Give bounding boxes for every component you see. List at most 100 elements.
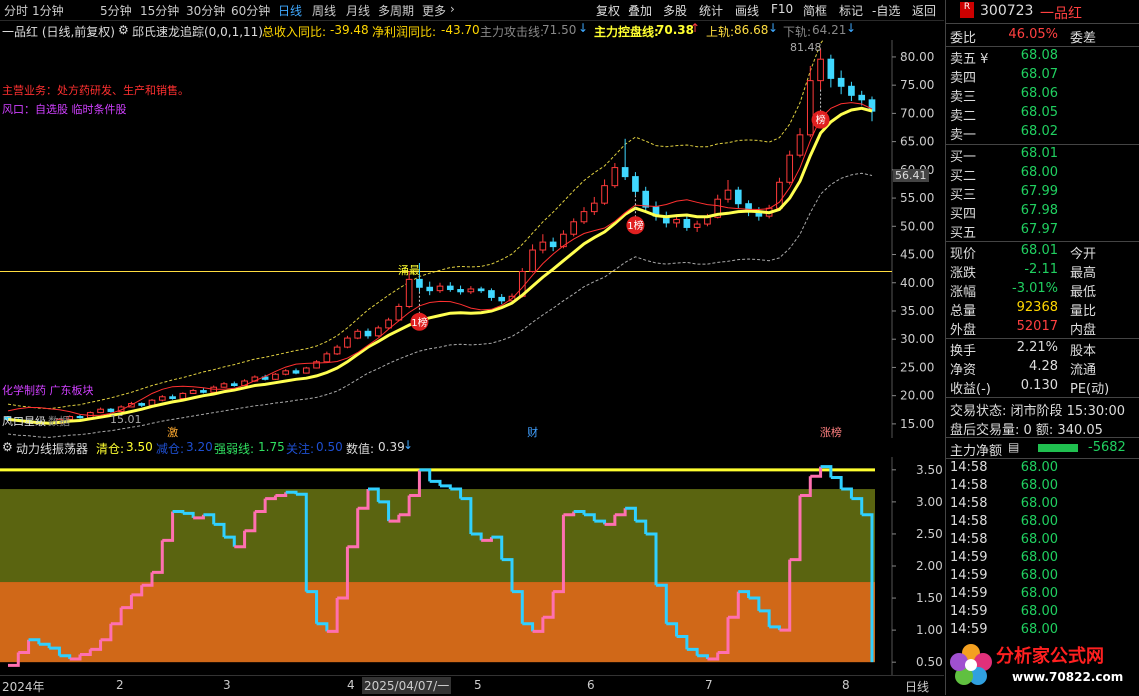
stock-title: 一品红 (日线,前复权)	[2, 25, 115, 39]
tick-row: 14:59 68.00	[950, 550, 1136, 569]
candle-body	[138, 403, 146, 406]
stat-value: 92368	[1016, 300, 1058, 315]
low-price-label: 15.01	[110, 413, 142, 426]
stat-label: 总量	[950, 304, 977, 319]
overlay-button[interactable]: 叠加	[628, 2, 652, 19]
ask-row[interactable]: 卖三 68.06	[950, 86, 1136, 105]
oscillator-svg[interactable]: 3.50 3.00 2.50 2.00 1.50 1.00 0.50	[0, 457, 944, 675]
stock-name: 一品红	[1040, 6, 1082, 22]
period-tab-5min[interactable]: 5分钟	[100, 2, 132, 19]
draw-line-button[interactable]: 画线	[735, 2, 759, 19]
watermark-logo: 分析家公式网 www.70822.com	[946, 636, 1139, 695]
period-tab-1min[interactable]: 1分钟	[32, 2, 64, 19]
simple-frame-button[interactable]: 简框	[803, 2, 827, 19]
stat-label: 现价	[950, 247, 977, 262]
bid-row[interactable]: 买三 67.99	[950, 184, 1136, 203]
candle-body	[632, 176, 639, 192]
oscillator-chart[interactable]: 3.50 3.00 2.50 2.00 1.50 1.00 0.50	[0, 457, 944, 675]
divider	[946, 437, 1139, 438]
fuquan-button[interactable]: 复权	[596, 2, 620, 19]
stat-value: 0.130	[1020, 378, 1058, 393]
oscillator-title[interactable]: 动力线振荡器	[16, 440, 88, 457]
ask-row[interactable]: 卖二 68.05	[950, 105, 1136, 124]
tick-price: 68.00	[1020, 568, 1058, 583]
period-tab-15min[interactable]: 15分钟	[140, 2, 179, 19]
stat-row: 现价 68.01 今开	[950, 243, 1136, 262]
stat-row: 涨幅 -3.01% 最低	[950, 281, 1136, 300]
stock-code: 300723	[980, 3, 1034, 19]
toolbar: 分时 1分钟 5分钟 15分钟 30分钟 60分钟 日线 周线 月线 多周期 更…	[0, 0, 944, 21]
tick-price: 68.00	[1020, 622, 1058, 637]
candle-body	[539, 241, 547, 251]
ask-row[interactable]: 卖四 68.07	[950, 67, 1136, 86]
candle-body	[477, 288, 485, 292]
mark-button[interactable]: 标记	[839, 2, 863, 19]
stat-extra: PE(动)	[1070, 382, 1110, 397]
period-tab-daily[interactable]: 日线	[278, 2, 302, 19]
candle-body	[302, 367, 310, 374]
price-tick-label: 15.00	[900, 417, 934, 431]
ask-row[interactable]: 卖一 68.02	[950, 124, 1136, 143]
period-tab-more[interactable]: 更多	[422, 2, 446, 19]
watchlist-remove-button[interactable]: -自选	[872, 2, 900, 19]
flower-logo-icon	[950, 644, 992, 685]
candle-body	[806, 80, 814, 136]
multi-stock-button[interactable]: 多股	[663, 2, 687, 19]
bid-row[interactable]: 买四 67.98	[950, 203, 1136, 222]
candle-body	[457, 289, 464, 293]
watermark-text: 分析家公式网	[996, 646, 1104, 667]
star-rating-label: 风口星级	[2, 415, 46, 428]
net-flow-bar	[1038, 444, 1078, 452]
bid-price: 67.99	[1020, 184, 1058, 199]
settings-icon[interactable]: ⚙	[118, 23, 129, 37]
indicator-name[interactable]: 邱氏速龙追踪(0,0,1,11)	[132, 23, 263, 40]
osc-step	[820, 465, 833, 478]
tick-row: 14:58 68.00	[950, 532, 1136, 551]
price-chart-svg[interactable]: 80.0075.0070.0065.0060.0055.0050.0045.00…	[0, 40, 944, 438]
bid-label: 买一	[950, 150, 977, 165]
net-flow-label[interactable]: 主力净额	[950, 440, 1002, 459]
price-tick-label: 55.00	[900, 191, 934, 205]
bid-row[interactable]: 买一 68.01	[950, 146, 1136, 165]
period-tab-30min[interactable]: 30分钟	[186, 2, 225, 19]
f10-button[interactable]: F10	[771, 2, 793, 16]
stats-button[interactable]: 统计	[699, 2, 723, 19]
candle-body	[436, 285, 444, 292]
back-button[interactable]: 返回	[912, 2, 936, 19]
tick-row: 14:58 68.00	[950, 514, 1136, 533]
period-tab-fenshi[interactable]: 分时	[4, 2, 28, 19]
list-icon[interactable]: ▤	[1008, 440, 1019, 454]
time-axis[interactable]: 2024年 2 3 4 2025/04/07/一 5 6 7 8 日线	[0, 675, 944, 696]
candle-body	[333, 346, 341, 355]
period-tab-weekly[interactable]: 周线	[312, 2, 336, 19]
stat-row: 总量 92368 量比	[950, 300, 1136, 319]
tick-time: 14:59	[950, 568, 988, 583]
bid-row[interactable]: 买二 68.00	[950, 165, 1136, 184]
tick-row: 14:58 68.00	[950, 496, 1136, 515]
bid-label: 买三	[950, 188, 977, 203]
sector-text: 化学制药 广东板块	[2, 384, 94, 397]
tick-price: 68.00	[1020, 478, 1058, 493]
attack-line-label: 主力攻击线:	[480, 25, 545, 39]
candlestick-chart[interactable]: 80.0075.0070.0065.0060.0055.0050.0045.00…	[0, 40, 944, 438]
candle-body	[210, 386, 218, 393]
candle-body	[230, 383, 238, 386]
bid-row[interactable]: 买五 67.97	[950, 222, 1136, 241]
price-tick-label: 70.00	[900, 106, 934, 120]
candle-body	[179, 392, 187, 399]
bid-label: 买四	[950, 207, 977, 222]
ask-row[interactable]: 卖五 ¥ 68.08	[950, 48, 1136, 67]
candle-body	[642, 190, 650, 208]
period-tab-multi[interactable]: 多周期	[378, 2, 414, 19]
bid-price: 68.00	[1020, 165, 1058, 180]
time-axis-label: 3	[223, 678, 231, 692]
ask-label: 卖五 ¥	[950, 52, 989, 67]
settings-icon[interactable]: ⚙	[2, 440, 13, 454]
stat-extra: 内盘	[1070, 323, 1097, 338]
period-tab-monthly[interactable]: 月线	[346, 2, 370, 19]
stat-row: 外盘 52017 内盘	[950, 319, 1136, 338]
chevron-right-icon[interactable]: ›	[450, 2, 455, 16]
divider	[946, 144, 1139, 145]
stat-row: 净资 4.28 流通	[950, 359, 1136, 378]
period-tab-60min[interactable]: 60分钟	[231, 2, 270, 19]
